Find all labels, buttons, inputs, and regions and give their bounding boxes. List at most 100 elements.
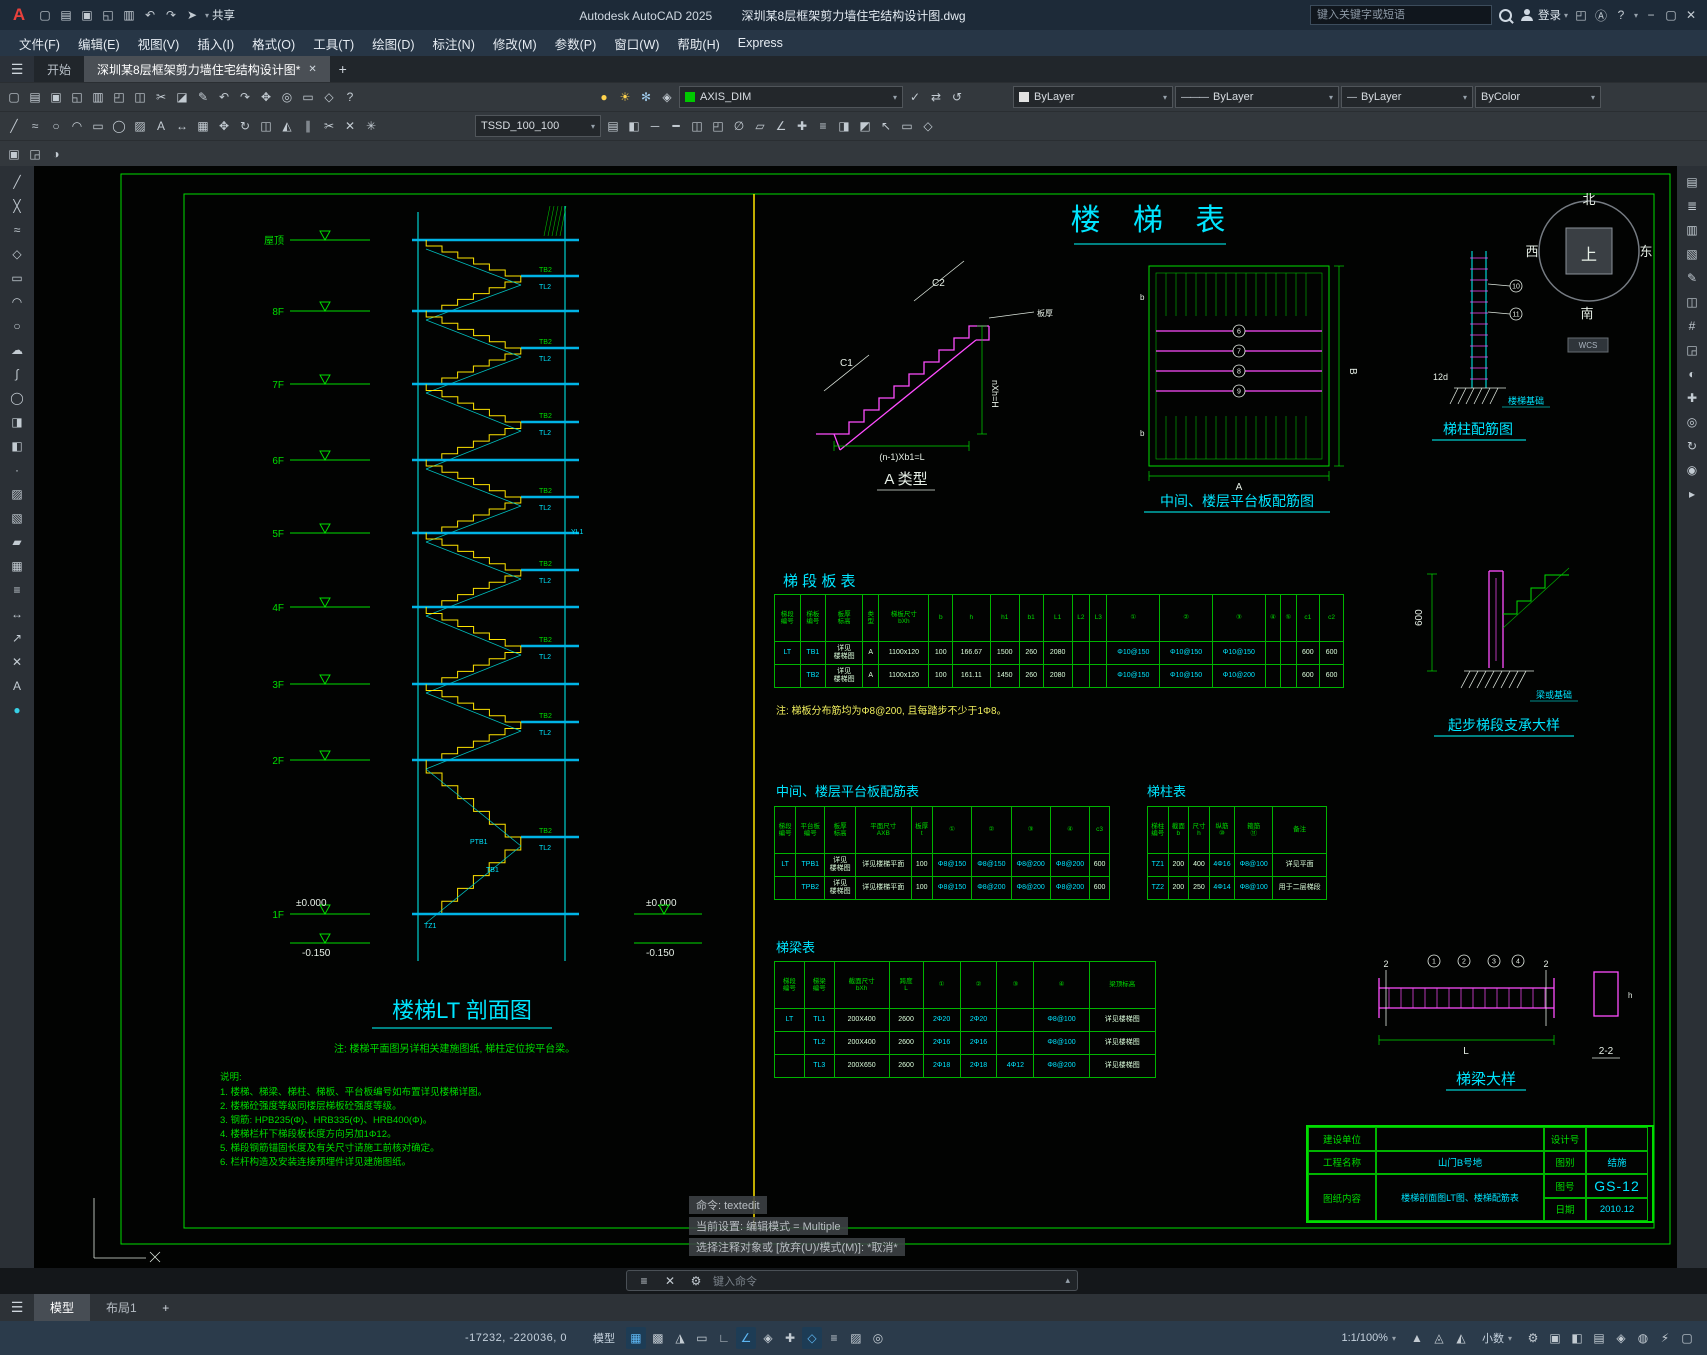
- orbit-icon[interactable]: ↻: [1682, 435, 1702, 457]
- help-dropdown-icon[interactable]: ▾: [1634, 11, 1638, 20]
- clip-icon[interactable]: ▭: [897, 115, 917, 137]
- dynamic-input-icon[interactable]: ▭: [692, 1327, 712, 1349]
- gradient-icon[interactable]: ▧: [7, 507, 27, 529]
- point-icon[interactable]: ·: [7, 459, 27, 481]
- ungroup-icon[interactable]: ◰: [708, 115, 728, 137]
- visual-style-icon[interactable]: ◑: [46, 143, 66, 165]
- zoom-realtime-icon[interactable]: ◎: [277, 86, 297, 108]
- group-icon[interactable]: ◫: [687, 115, 707, 137]
- properties-icon[interactable]: ▤: [1682, 171, 1702, 193]
- visual-styles-icon[interactable]: ◐: [1682, 363, 1702, 385]
- layout-menu-icon[interactable]: ☰: [0, 1294, 34, 1321]
- search-input[interactable]: [1309, 5, 1492, 25]
- isolate-objects-icon[interactable]: ◍: [1633, 1327, 1653, 1349]
- transparency-icon[interactable]: ▨: [846, 1327, 866, 1349]
- open-file-icon[interactable]: ▤: [25, 86, 45, 108]
- zoom-tool-icon[interactable]: ◎: [1682, 411, 1702, 433]
- save-icon[interactable]: ▣: [77, 4, 97, 26]
- menu-item[interactable]: 标注(N): [424, 31, 484, 56]
- app-store-icon[interactable]: Ⓐ: [1591, 4, 1611, 26]
- menu-item[interactable]: 插入(I): [188, 31, 243, 56]
- menu-item[interactable]: 绘图(D): [363, 31, 423, 56]
- steering-wheel-icon[interactable]: ◉: [1682, 459, 1702, 481]
- plotstyle-combo-caret-icon[interactable]: ▾: [1591, 93, 1595, 102]
- annotation-scale-caret-icon[interactable]: ▾: [1392, 1334, 1396, 1343]
- command-close-icon[interactable]: ✕: [660, 1270, 680, 1292]
- plotstyle-combo[interactable]: ByColor ▾: [1475, 86, 1601, 108]
- measure-icon[interactable]: ∅: [729, 115, 749, 137]
- polygon-icon[interactable]: ◇: [7, 243, 27, 265]
- object-snap-tracking-icon[interactable]: ✚: [780, 1327, 800, 1349]
- menu-item[interactable]: 工具(T): [304, 31, 363, 56]
- match-properties-icon[interactable]: ✎: [193, 86, 213, 108]
- command-customize-icon[interactable]: ⚙: [686, 1270, 706, 1292]
- cut-clip-icon[interactable]: ✂: [151, 86, 171, 108]
- circle-icon[interactable]: ○: [7, 315, 27, 337]
- layer-combo[interactable]: AXIS_DIM ▾: [679, 86, 903, 108]
- move-icon[interactable]: ✥: [214, 115, 234, 137]
- view-cube[interactable]: 上 北 西 东 南 WCS: [1525, 192, 1653, 353]
- new-file-icon[interactable]: ▢: [4, 86, 24, 108]
- quick-properties-icon[interactable]: ▤: [1589, 1327, 1609, 1349]
- text-style-combo[interactable]: TSSD_100_100 ▾: [475, 115, 601, 137]
- polyline-icon[interactable]: ≈: [25, 115, 45, 137]
- lineweight-combo[interactable]: — ByLayer ▾: [1341, 86, 1473, 108]
- open-file-icon[interactable]: ▤: [56, 4, 76, 26]
- dimension-icon[interactable]: ↔: [172, 115, 192, 137]
- line-icon[interactable]: ╱: [4, 115, 24, 137]
- auto-scale-icon[interactable]: ◬: [1429, 1327, 1449, 1349]
- plot-icon[interactable]: ▥: [88, 86, 108, 108]
- model-space-button[interactable]: 模型: [587, 1328, 621, 1348]
- text-icon[interactable]: A: [151, 115, 171, 137]
- polyline-icon[interactable]: ≈: [7, 219, 27, 241]
- ellipse-icon[interactable]: ◯: [7, 387, 27, 409]
- explode-icon[interactable]: ✳: [361, 115, 381, 137]
- login-dropdown-icon[interactable]: ▾: [1564, 11, 1568, 20]
- units-icon[interactable]: ◧: [1567, 1327, 1587, 1349]
- linetype-combo-caret-icon[interactable]: ▾: [1329, 93, 1333, 102]
- help-icon[interactable]: ?: [340, 86, 360, 108]
- show-motion-icon[interactable]: ▸: [1682, 483, 1702, 505]
- close-icon[interactable]: ✕: [1681, 4, 1701, 26]
- attach-icon[interactable]: ↖: [876, 115, 896, 137]
- graphics-performance-icon[interactable]: ⚡: [1655, 1327, 1675, 1349]
- grid-display-icon[interactable]: ▦: [625, 1327, 646, 1349]
- lock-ui-icon[interactable]: ◈: [1611, 1327, 1631, 1349]
- layer-list-icon[interactable]: ▤: [603, 115, 623, 137]
- menu-item[interactable]: 帮助(H): [668, 31, 728, 56]
- redo-icon[interactable]: ↷: [161, 4, 181, 26]
- markup-icon[interactable]: ✎: [1682, 267, 1702, 289]
- navigation-bar-icon[interactable]: ✚: [1682, 387, 1702, 409]
- tab-drawing[interactable]: 深圳某8层框架剪力墙住宅结构设计图* ✕: [84, 56, 330, 82]
- annotation-monitor-icon[interactable]: ▣: [1545, 1327, 1565, 1349]
- layers-panel-icon[interactable]: ≣: [1682, 195, 1702, 217]
- zoom-extents-icon[interactable]: ◇: [319, 86, 339, 108]
- polar-tracking-icon[interactable]: ∠: [735, 1327, 756, 1349]
- menu-item[interactable]: 格式(O): [243, 31, 304, 56]
- pan-icon[interactable]: ✥: [256, 86, 276, 108]
- linetype-icon[interactable]: ─: [645, 115, 665, 137]
- menu-item[interactable]: 文件(F): [10, 31, 69, 56]
- zoom-window-icon[interactable]: ▭: [298, 86, 318, 108]
- leader-icon[interactable]: ↗: [7, 627, 27, 649]
- annotation-scale-icon[interactable]: ◭: [1451, 1327, 1471, 1349]
- multiline-text-icon[interactable]: ≡: [7, 579, 27, 601]
- text-style-icon[interactable]: A: [7, 675, 27, 697]
- redo-icon[interactable]: ↷: [235, 86, 255, 108]
- new-file-icon[interactable]: ▢: [35, 4, 55, 26]
- count-icon[interactable]: #: [1682, 315, 1702, 337]
- tab-model[interactable]: 模型: [34, 1294, 91, 1321]
- previous-layer-icon[interactable]: ↺: [947, 86, 967, 108]
- tab-layout1[interactable]: 布局1: [90, 1294, 153, 1321]
- copy-clip-icon[interactable]: ◫: [130, 86, 150, 108]
- color-control-icon[interactable]: ◧: [624, 115, 644, 137]
- line-icon[interactable]: ╱: [7, 171, 27, 193]
- share-plane-icon[interactable]: ➤: [182, 4, 202, 26]
- recent-commands-icon[interactable]: ▴: [1065, 1275, 1070, 1286]
- menu-item[interactable]: 修改(M): [484, 31, 546, 56]
- write-block-icon[interactable]: ◩: [855, 115, 875, 137]
- share-label[interactable]: 共享: [212, 7, 235, 23]
- undo-icon[interactable]: ↶: [214, 86, 234, 108]
- menu-item[interactable]: 视图(V): [129, 31, 189, 56]
- rectangle-icon[interactable]: ▭: [7, 267, 27, 289]
